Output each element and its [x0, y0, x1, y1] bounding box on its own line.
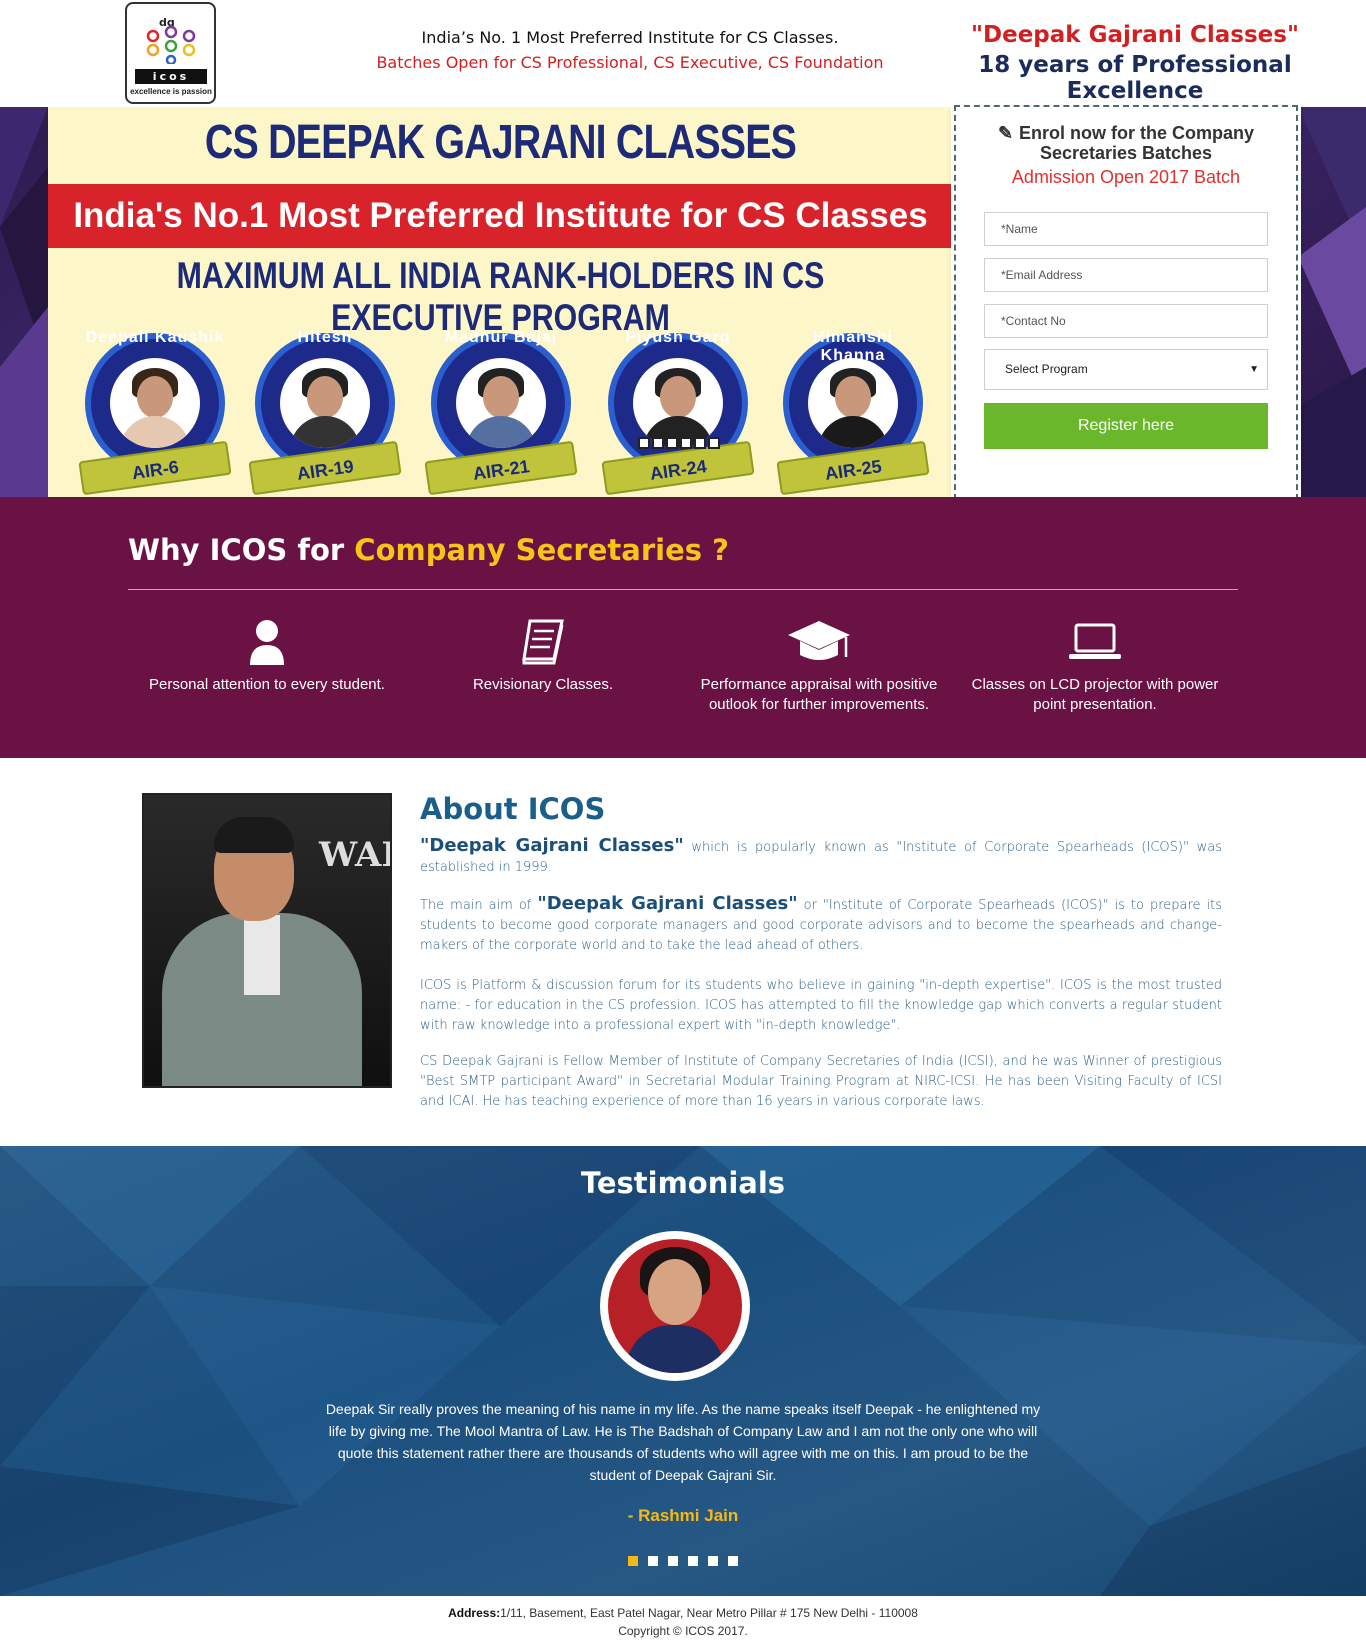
header-line-1: India’s No. 1 Most Preferred Institute f… [421, 28, 839, 47]
testimonial-avatar [600, 1231, 750, 1381]
testimonials-section: Testimonials Deepak Sir really proves th… [0, 1146, 1366, 1596]
logo-rings-icon: dg [146, 16, 196, 64]
rank-name: Himanshi Khanna [812, 329, 893, 364]
slider-dot[interactable] [638, 437, 650, 449]
enrol-subtitle: Admission Open 2017 Batch [1011, 167, 1241, 187]
laptop-icon [965, 617, 1225, 667]
feature-text: Classes on LCD projector with power poin… [971, 676, 1219, 713]
rank-name: Piyush Garg [625, 329, 731, 346]
rank-holder-card: Deepali Kaushik AIR-6 [78, 325, 232, 496]
banner-red-strip: India's No.1 Most Preferred Institute fo… [48, 184, 953, 248]
about-paragraph: CS Deepak Gajrani is Fellow Member of In… [420, 1054, 1222, 1109]
slider-dot[interactable] [688, 1556, 698, 1566]
slider-dot[interactable] [668, 1556, 678, 1566]
about-paragraph: The main aim of "Deepak Gajrani Classes"… [420, 893, 1222, 954]
feature-item: Personal attention to every student. [137, 617, 397, 695]
rank-photo [456, 358, 546, 448]
testimonials-title: Testimonials [580, 1166, 786, 1200]
graduation-cap-icon [689, 617, 949, 667]
feature-text: Personal attention to every student. [149, 676, 385, 693]
slider-dot[interactable] [694, 437, 706, 449]
why-icos-title: Why ICOS for Company Secretaries ? [128, 533, 729, 567]
slider-dot[interactable] [666, 437, 678, 449]
email-input[interactable]: *Email Address [984, 258, 1268, 292]
header-brand-subtitle: 18 years of Professional Excellence [978, 52, 1292, 104]
testimonial-quote: Deepak Sir really proves the meaning of … [325, 1401, 1041, 1483]
icos-logo[interactable]: dg icos excellence is passion [125, 2, 216, 104]
slider-dot[interactable] [708, 1556, 718, 1566]
rank-photo [280, 358, 370, 448]
banner-title: CS DEEPAK GAJRANI CLASSES [204, 116, 797, 169]
book-icon [413, 617, 673, 667]
contact-input[interactable]: *Contact No [984, 304, 1268, 338]
logo-wordmark: icos [135, 69, 207, 84]
name-input[interactable]: *Name [984, 212, 1268, 246]
enrol-form: ✎ Enrol now for the Company Secretaries B… [954, 105, 1298, 520]
why-icos-section: Why ICOS for Company Secretaries ? Perso… [0, 497, 1366, 758]
feature-text: Performance appraisal with positive outl… [700, 676, 938, 713]
enrol-title: ✎ Enrol now for the Company Secretaries B… [997, 123, 1255, 163]
pencil-icon: ✎ [997, 123, 1014, 143]
about-paragraph: "Deepak Gajrani Classes" which is popula… [420, 835, 1222, 876]
about-paragraph: ICOS is Platform & discussion forum for … [420, 978, 1222, 1033]
feature-item: Revisionary Classes. [413, 617, 673, 695]
slider-dot[interactable] [628, 1556, 638, 1566]
section-divider [128, 589, 1238, 590]
slider-dot[interactable] [728, 1556, 738, 1566]
hero-banner: CS DEEPAK GAJRANI CLASSES India's No.1 M… [48, 107, 953, 497]
header-brand: "Deepak Gajrani Classes" 18 years of Pro… [930, 22, 1340, 104]
program-select-value: Select Program [1005, 362, 1088, 376]
rank-photo [633, 358, 723, 448]
header-line-2: Batches Open for CS Professional, CS Exe… [376, 53, 884, 72]
register-button[interactable]: Register here [984, 403, 1268, 449]
site-footer: Address:1/11, Basement, East Patel Nagar… [0, 1596, 1366, 1652]
rank-name: Hitesh [297, 329, 353, 346]
rank-name: Deepali Kaushik [85, 329, 225, 346]
slider-dot[interactable] [648, 1556, 658, 1566]
slider-dot[interactable] [652, 437, 664, 449]
rank-holder-card: Piyush Garg AIR-24 [601, 325, 755, 496]
founder-photo: WAR [142, 793, 392, 1088]
rank-holder-card: Hitesh AIR-19 [248, 325, 402, 496]
rank-name: Madhur Bajaj [444, 329, 558, 346]
footer-copyright: Copyright © ICOS 2017. [618, 1624, 748, 1638]
logo-tagline: excellence is passion [130, 87, 212, 96]
slider-dot[interactable] [680, 437, 692, 449]
chevron-down-icon: ▼ [1249, 364, 1259, 375]
feature-text: Revisionary Classes. [472, 676, 614, 693]
hero-slider-dots [638, 437, 722, 451]
rank-photo [110, 358, 200, 448]
user-icon [137, 617, 397, 667]
about-title: About ICOS [420, 792, 606, 826]
rank-holder-card: Madhur Bajaj AIR-21 [424, 325, 578, 496]
feature-item: Performance appraisal with positive outl… [689, 617, 949, 715]
program-select[interactable]: Select Program ▼ [984, 349, 1268, 390]
feature-item: Classes on LCD projector with power poin… [965, 617, 1225, 715]
footer-address: Address:1/11, Basement, East Patel Nagar… [448, 1606, 918, 1620]
slider-dot[interactable] [708, 437, 720, 449]
about-section: WAR About ICOS "Deepak Gajrani Classes" … [0, 758, 1366, 1146]
rank-photo [808, 358, 898, 448]
rank-holder-card: Himanshi Khanna AIR-25 [776, 325, 930, 496]
header-announcement: India’s No. 1 Most Preferred Institute f… [360, 28, 900, 72]
site-header: dg icos excellence is passion India’s No… [0, 0, 1366, 107]
header-brand-name: "Deepak Gajrani Classes" [971, 22, 1299, 48]
testimonial-author: - Rashmi Jain [627, 1506, 739, 1525]
testimonial-slider-dots [628, 1553, 748, 1571]
